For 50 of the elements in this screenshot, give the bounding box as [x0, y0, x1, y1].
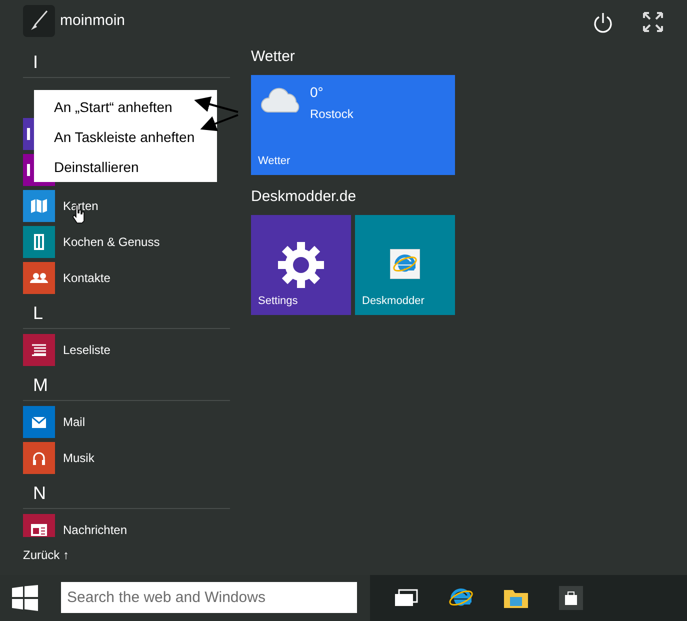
app-tile[interactable] [23, 226, 55, 258]
expand-icon [643, 12, 663, 32]
app-name[interactable]: Mail [63, 413, 86, 431]
app-tile[interactable]: Settings [251, 215, 351, 315]
headphones-icon [33, 451, 45, 465]
section-letter[interactable]: L [23, 301, 230, 329]
app-name[interactable]: Kontakte [63, 269, 110, 287]
app-tile[interactable]: 0° Rostock Wetter [251, 75, 455, 175]
arrow [200, 114, 238, 132]
shopping-bag-icon [559, 586, 583, 610]
app-name[interactable]: Nachrichten [63, 521, 128, 537]
search-field[interactable]: Search the web and Windows [61, 582, 357, 613]
app-name[interactable]: Leseliste [63, 341, 110, 359]
tile-label: Settings [258, 294, 298, 308]
browser-icon [390, 249, 420, 279]
app-name[interactable]: Kochen & Genuss [63, 233, 160, 251]
mail-icon [32, 416, 46, 428]
app-tile[interactable] [23, 190, 55, 222]
newspaper-icon [31, 524, 47, 536]
back-link[interactable]: Zurück ↑ [23, 546, 70, 564]
app-tile[interactable]: Deskmodder [355, 215, 455, 315]
people-icon [30, 273, 48, 283]
app-tile[interactable] [23, 514, 55, 537]
power-icon [593, 11, 613, 33]
app-name[interactable]: Musik [63, 449, 94, 467]
city-name: Rostock [310, 106, 354, 123]
windows-logo-icon [12, 585, 38, 611]
folder-icon [503, 587, 529, 609]
list-icon [32, 344, 46, 356]
temperature: 0° [310, 83, 324, 102]
section-letter[interactable]: I [23, 50, 230, 78]
section-letter[interactable]: N [23, 481, 230, 509]
app-tile[interactable] [23, 262, 55, 294]
expand-button[interactable] [643, 12, 663, 32]
app-tile[interactable] [23, 406, 55, 438]
app-tile[interactable] [23, 334, 55, 366]
group-title[interactable]: Wetter [251, 46, 687, 66]
tile-label: Deskmodder [362, 294, 424, 308]
gear-icon [278, 242, 324, 288]
power-button[interactable] [593, 11, 613, 33]
tile-label: Wetter [258, 154, 290, 168]
arrow [194, 96, 238, 113]
user-name[interactable]: moinmoin [60, 10, 126, 32]
avatar-icon[interactable] [23, 5, 55, 37]
task-view-icon [394, 589, 418, 607]
group-title[interactable]: Deskmodder.de [251, 186, 687, 206]
section-letter[interactable]: M [23, 373, 230, 401]
app-name[interactable]: Karten [63, 197, 98, 215]
map-icon [31, 199, 47, 213]
app-tile[interactable] [23, 442, 55, 474]
